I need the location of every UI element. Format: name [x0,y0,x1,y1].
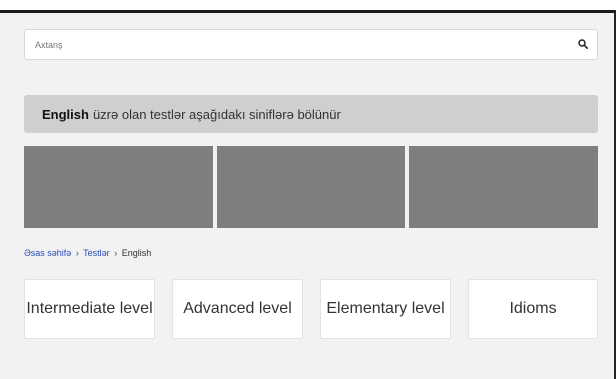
level-card-advanced[interactable]: Advanced level [172,279,303,339]
breadcrumb-tests-link[interactable]: Testlər [83,248,110,258]
level-card-idioms[interactable]: Idioms [468,279,598,339]
search-input[interactable] [25,30,565,59]
search-icon [578,36,588,54]
image-placeholder[interactable] [409,146,598,228]
banner-text: üzrə olan testlər aşağıdakı siniflərə bö… [92,106,341,122]
image-tiles [24,146,598,228]
breadcrumb-separator: › [75,248,79,258]
breadcrumb-separator: › [114,248,118,258]
search-button[interactable] [569,30,597,59]
level-card-elementary[interactable]: Elementary level [320,279,451,339]
breadcrumb-current: English [121,248,152,258]
level-card-intermediate[interactable]: Intermediate level [24,279,155,339]
page-content: English üzrə olan testlər aşağıdakı sini… [0,13,614,379]
image-placeholder[interactable] [24,146,213,228]
image-placeholder[interactable] [217,146,405,228]
breadcrumb-home-link[interactable]: Əsas səhifə [24,248,71,258]
banner-subject: English [42,106,89,122]
breadcrumb: Əsas səhifə › Testlər › English [24,248,151,258]
info-banner: English üzrə olan testlər aşağıdakı sini… [24,95,598,133]
search-bar [24,29,598,60]
